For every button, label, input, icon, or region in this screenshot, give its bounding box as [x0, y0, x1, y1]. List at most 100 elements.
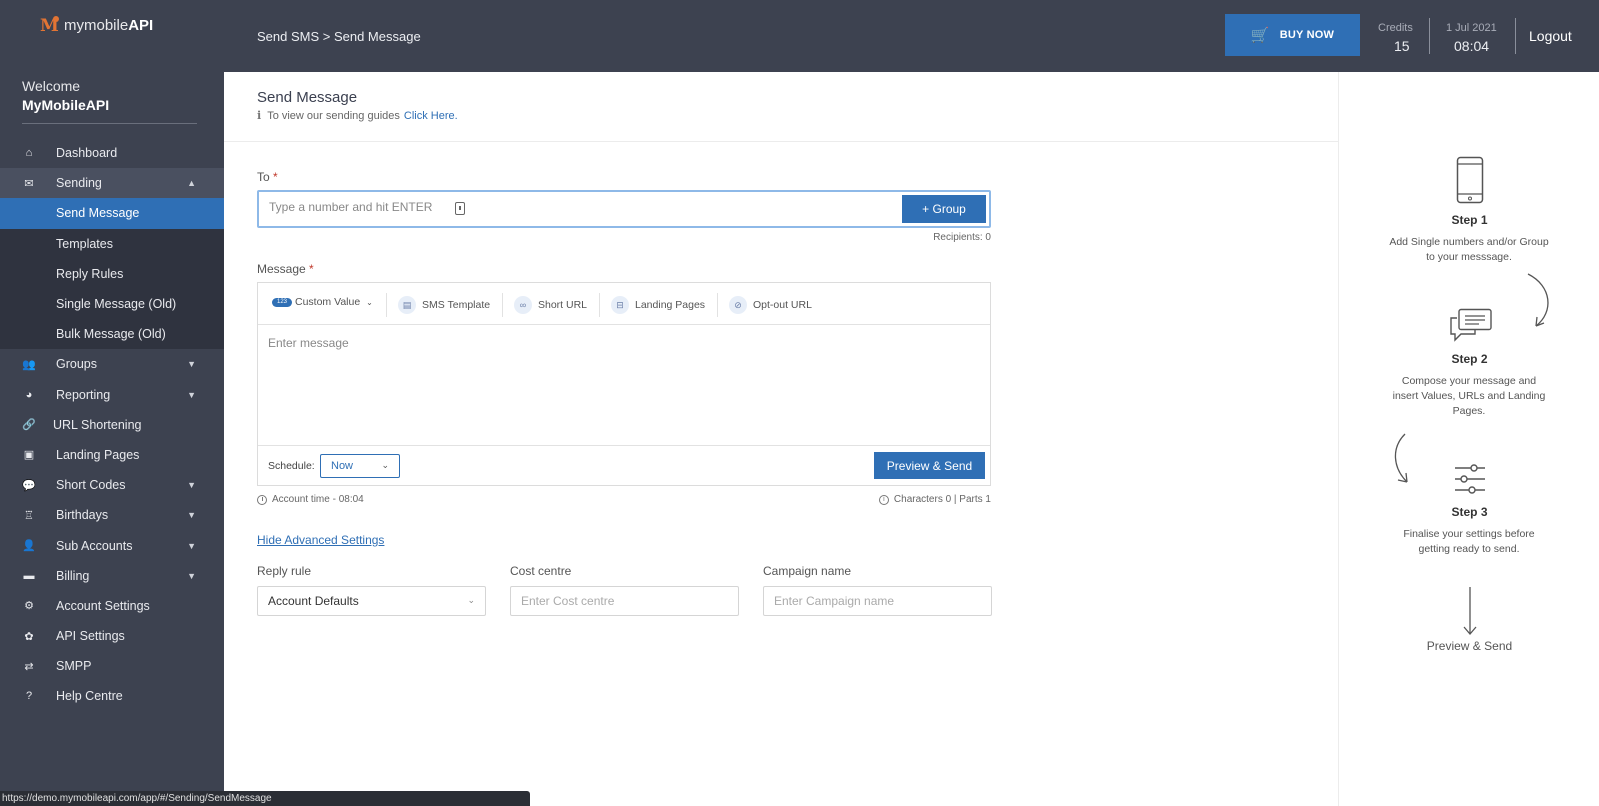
guide-note: i To view our sending guides Click Here. [257, 109, 458, 122]
cost-centre-input[interactable] [521, 594, 721, 608]
recipient-field[interactable]: + Group [257, 190, 991, 228]
sidebar-item-groups[interactable]: 👥 Groups ▼ [0, 349, 224, 379]
step-1-description: Add Single numbers and/or Group to your … [1389, 236, 1549, 263]
reply-rule-value: Account Defaults [268, 594, 359, 608]
sidebar-item-label: Short Codes [56, 478, 126, 493]
character-count-text: Characters 0 | Parts 1 [893, 494, 991, 505]
reply-rule-select[interactable]: Account Defaults ⌄ [257, 586, 486, 616]
sidebar-item-bulk-message-old[interactable]: Bulk Message (Old) [0, 319, 224, 349]
sending-submenu: Send Message Templates Reply Rules Singl… [0, 198, 224, 350]
credit-card-icon: ▬ [23, 569, 35, 582]
sidebar-item-birthdays[interactable]: ♖ Birthdays ▼ [0, 500, 224, 530]
sidebar-item-single-message-old[interactable]: Single Message (Old) [0, 289, 224, 319]
campaign-name-input[interactable] [774, 594, 974, 608]
chevron-up-icon: ▲ [187, 178, 196, 189]
top-bar: Send SMS > Send Message 🛒 BUY NOW Credit… [224, 0, 1599, 72]
recipients-count: Recipients: 0 [933, 232, 991, 243]
sidebar-item-templates[interactable]: Templates [0, 229, 224, 259]
cake-icon: ♖ [24, 509, 34, 522]
phone-icon [1456, 156, 1484, 204]
window-icon: ▣ [23, 449, 35, 462]
sidebar-nav: ⌂ Dashboard ✉ Sending ▲ Send Message Tem… [0, 138, 224, 712]
sidebar-item-label: Dashboard [56, 146, 118, 161]
opt-out-url-button[interactable]: ⊘ Opt-out URL [729, 296, 812, 314]
message-editor: 123 Custom Value ⌄ ▤ SMS Template ∞ Shor… [257, 282, 991, 486]
add-group-button[interactable]: + Group [902, 195, 986, 223]
guide-text: To view our sending guides [267, 109, 400, 122]
step-3-title: Step 3 [1451, 505, 1488, 519]
arrows-icon: ⇄ [24, 660, 34, 673]
sidebar-item-account-settings[interactable]: ⚙ Account Settings [0, 591, 224, 621]
message-toolbar: 123 Custom Value ⌄ ▤ SMS Template ∞ Shor… [258, 283, 990, 325]
campaign-name-label: Campaign name [763, 564, 852, 578]
sliders-icon [1455, 464, 1485, 494]
chevron-down-icon: ⌄ [467, 595, 475, 605]
api-icon: ✿ [24, 630, 34, 643]
message-footer: Schedule: Now ⌄ Preview & Send [258, 445, 990, 485]
sidebar-item-label: Billing [56, 568, 90, 583]
divider [717, 293, 718, 317]
sms-template-button[interactable]: ▤ SMS Template [398, 296, 490, 314]
campaign-name-field[interactable] [763, 586, 992, 616]
sidebar-divider [22, 123, 197, 124]
preview-send-button[interactable]: Preview & Send [874, 452, 985, 479]
chevron-down-icon: ▼ [187, 480, 196, 491]
sidebar-item-label: Send Message [56, 206, 140, 221]
credits-label: Credits [1378, 22, 1413, 34]
chat-bubbles-icon [1450, 308, 1492, 342]
clock-icon [257, 494, 267, 505]
sidebar-item-label: Birthdays [56, 508, 109, 523]
short-url-button[interactable]: ∞ Short URL [514, 296, 587, 314]
app-logo[interactable]: M mymobileAPI [40, 16, 153, 36]
hide-advanced-settings-link[interactable]: Hide Advanced Settings [257, 533, 384, 547]
sidebar-item-sending[interactable]: ✉ Sending ▲ [0, 168, 224, 199]
schedule-select[interactable]: Now ⌄ [320, 454, 400, 478]
sidebar-item-smpp[interactable]: ⇄ SMPP [0, 651, 224, 681]
account-time-text: Account time - 08:04 [272, 494, 364, 505]
sidebar-item-reporting[interactable]: ◕ Reporting ▼ [0, 380, 224, 410]
sidebar-item-label: Landing Pages [56, 447, 140, 462]
landing-pages-button[interactable]: ⊟ Landing Pages [611, 296, 705, 314]
home-icon: ⌂ [25, 147, 33, 160]
divider [599, 293, 600, 317]
sidebar-item-label: Templates [56, 236, 113, 251]
chart-icon: ◕ [25, 388, 33, 401]
steps-panel: Step 1 Add Single numbers and/or Group t… [1338, 72, 1599, 806]
sidebar-item-label: Sub Accounts [56, 538, 133, 553]
breadcrumb: Send SMS > Send Message [257, 29, 421, 44]
sidebar-item-reply-rules[interactable]: Reply Rules [0, 259, 224, 289]
buy-now-button[interactable]: 🛒 BUY NOW [1225, 14, 1360, 56]
logout-link[interactable]: Logout [1529, 28, 1572, 44]
question-icon: ? [25, 690, 33, 703]
cost-centre-label: Cost centre [510, 564, 572, 578]
account-time: Account time - 08:04 [257, 494, 364, 505]
sidebar-item-api-settings[interactable]: ✿ API Settings [0, 621, 224, 651]
recipient-input[interactable] [269, 200, 449, 214]
final-step-label: Preview & Send [1426, 639, 1513, 653]
link-icon: 🔗 [22, 419, 36, 432]
sidebar-item-help-centre[interactable]: ? Help Centre [0, 681, 224, 711]
sidebar-item-dashboard[interactable]: ⌂ Dashboard [0, 138, 224, 168]
tool-label: Landing Pages [635, 299, 706, 311]
sidebar-item-label: Groups [56, 357, 97, 372]
sidebar-item-sub-accounts[interactable]: 👤 Sub Accounts ▼ [0, 530, 224, 560]
buy-now-label: BUY NOW [1279, 29, 1335, 41]
sidebar-item-label: SMPP [56, 659, 92, 674]
chevron-down-icon: ▼ [187, 389, 196, 400]
guide-link[interactable]: Click Here. [404, 110, 458, 122]
message-input[interactable] [258, 325, 990, 445]
chevron-down-icon: ▼ [187, 540, 196, 551]
cost-centre-field[interactable] [510, 586, 739, 616]
custom-value-dropdown[interactable]: 123 Custom Value ⌄ [272, 296, 373, 308]
sidebar-item-send-message[interactable]: Send Message [0, 198, 224, 229]
sidebar-item-short-codes[interactable]: 💬 Short Codes ▼ [0, 470, 224, 500]
info-icon: i [878, 494, 889, 505]
contact-book-icon[interactable] [455, 202, 465, 215]
sidebar-item-label: API Settings [56, 629, 125, 644]
schedule-value: Now [331, 460, 354, 472]
sidebar-item-url-shortening[interactable]: 🔗 URL Shortening [0, 410, 224, 440]
sidebar-item-label: Sending [56, 176, 102, 191]
sidebar-item-billing[interactable]: ▬ Billing ▼ [0, 561, 224, 591]
template-icon: ▤ [398, 296, 416, 314]
sidebar-item-landing-pages[interactable]: ▣ Landing Pages [0, 440, 224, 470]
